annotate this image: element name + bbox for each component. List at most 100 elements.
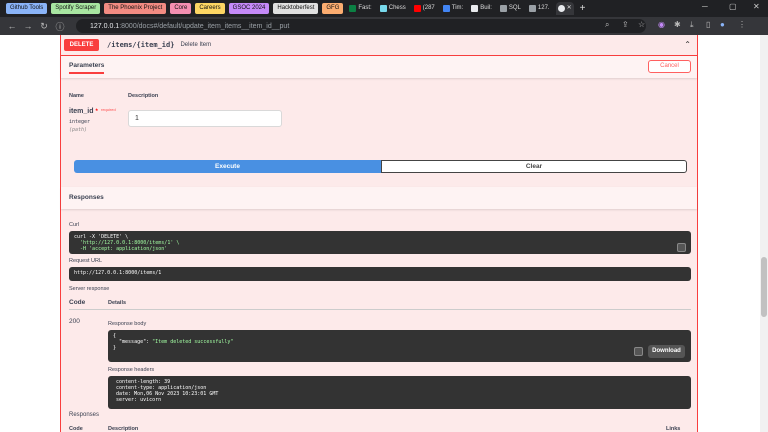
avatar[interactable]: ●	[720, 20, 725, 29]
tab-close-icon[interactable]: ✕	[567, 2, 572, 15]
address-host: 127.0.0.1	[90, 22, 120, 30]
request-url-label: Request URL	[69, 258, 103, 264]
extension-icon[interactable]: ◉	[658, 20, 665, 29]
scrollbar[interactable]	[760, 35, 768, 432]
column-code: Code	[69, 299, 86, 306]
browser-tab[interactable]: (287	[412, 2, 437, 15]
bookmark-item[interactable]: The Phoenix Project	[104, 3, 167, 14]
curl-label: Curl	[69, 222, 80, 228]
header-line: server: uvicorn	[116, 397, 162, 403]
bookmark-item[interactable]: Core	[170, 3, 192, 14]
scrollbar-thumb[interactable]	[761, 257, 767, 317]
param-required-star: *	[95, 109, 98, 115]
param-location: (path)	[69, 127, 88, 133]
bottom-column-code: Code	[69, 426, 83, 432]
request-url: http://127.0.0.1:8000/items/1	[69, 267, 691, 281]
tab-label: Chess	[388, 5, 406, 11]
tab-parameters[interactable]: Parameters	[69, 62, 105, 74]
bottom-column-links: Links	[666, 426, 681, 432]
method-badge: DELETE	[64, 39, 99, 51]
page-content: DELETE /items/{item_id} Delete Item ⌃ Pa…	[0, 35, 768, 432]
puzzle-icon[interactable]: ✱	[674, 20, 681, 29]
body-value: "Item deleted successfully"	[152, 339, 234, 345]
tab-label: Buil:	[480, 5, 492, 11]
response-body: { "message": "Item deleted successfully"…	[108, 330, 691, 362]
tab-favicon-icon	[379, 5, 387, 12]
star-icon[interactable]: ☆	[638, 20, 645, 29]
tab-favicon-icon	[499, 5, 507, 12]
info-icon[interactable]: ⓘ	[52, 20, 68, 33]
tab-favicon-icon	[413, 5, 421, 12]
maximize-icon[interactable]: ▢	[729, 2, 737, 11]
share-icon[interactable]: ⇪	[622, 20, 629, 29]
curl-line-3: -H 'accept: application/json'	[74, 246, 168, 252]
curl-block: curl -X 'DELETE' \ 'http://127.0.0.1:800…	[69, 231, 691, 254]
bookmark-item[interactable]: Careers	[195, 3, 225, 14]
param-type: integer	[69, 119, 91, 125]
sidepanel-icon[interactable]: ▯	[706, 20, 710, 29]
tab-label: Fast:	[358, 5, 372, 11]
close-window-icon[interactable]: ✕	[753, 2, 760, 11]
column-description: Description	[128, 93, 159, 99]
address-path: :8000/docs#/default/update_item_items__i…	[119, 22, 290, 30]
forward-icon[interactable]: →	[20, 21, 36, 31]
tab-favicon-icon	[557, 5, 565, 12]
server-response-label: Server response	[69, 286, 110, 292]
tab-label: 127.	[537, 5, 550, 11]
operation-header[interactable]: DELETE /items/{item_id} Delete Item ⌃	[61, 35, 697, 56]
chevron-up-icon[interactable]: ⌃	[684, 40, 691, 49]
address-row: ← → ↻ ⓘ 127.0.0.1:8000/docs#/default/upd…	[0, 17, 768, 35]
tab-favicon-icon	[442, 5, 450, 12]
body-close: }	[113, 345, 117, 351]
tab-label: (287	[422, 5, 435, 11]
responses-header	[61, 187, 697, 209]
operation-summary: Delete Item	[180, 42, 212, 48]
back-icon[interactable]: ←	[4, 21, 20, 31]
browser-tab[interactable]: 127.	[527, 2, 552, 15]
menu-icon[interactable]: ⋮	[738, 20, 746, 29]
browser-tab[interactable]: Buil:	[469, 2, 494, 15]
responses-title: Responses	[69, 194, 104, 201]
tab-favicon-icon	[528, 5, 536, 12]
responses-list-title: Responses	[69, 412, 100, 418]
copy-body-icon[interactable]	[634, 347, 643, 356]
tab-label: SQL	[508, 5, 521, 11]
body-key: "message":	[113, 339, 153, 345]
bottom-column-description: Description	[108, 426, 139, 432]
response-headers: content-length: 39 content-type: applica…	[108, 376, 691, 409]
operation-block: DELETE /items/{item_id} Delete Item ⌃ Pa…	[60, 35, 698, 432]
download-icon[interactable]: ⤓	[690, 20, 694, 30]
search-icon[interactable]: ⌕	[605, 20, 609, 30]
browser-tab[interactable]: Chess	[378, 2, 408, 15]
browser-tab[interactable]: Fast:	[347, 2, 373, 15]
cancel-button[interactable]: Cancel	[648, 60, 691, 73]
bookmark-item[interactable]: GFG	[322, 3, 344, 14]
item-id-input[interactable]: 1	[128, 110, 282, 127]
active-tab[interactable]: ✕	[555, 2, 574, 15]
bookmark-item[interactable]: Github Tools	[6, 3, 48, 14]
tab-favicon-icon	[349, 5, 357, 12]
clear-button[interactable]: Clear	[381, 160, 687, 173]
reload-icon[interactable]: ↻	[36, 21, 52, 32]
response-headers-label: Response headers	[108, 367, 155, 373]
copy-icon[interactable]	[677, 243, 686, 252]
param-name-text: item_id	[69, 108, 94, 115]
bookmark-item[interactable]: GSOC 2024	[228, 3, 270, 14]
new-tab-icon[interactable]: +	[578, 2, 588, 15]
column-details: Details	[108, 300, 127, 306]
browser-tab[interactable]: SQL	[498, 2, 523, 15]
browser-tab[interactable]: Tim:	[441, 2, 465, 15]
divider	[69, 309, 691, 310]
bookmark-item[interactable]: Spotify Scraper	[51, 3, 101, 14]
tab-label: Tim:	[451, 5, 464, 11]
parameters-header	[61, 56, 697, 78]
param-required: required	[101, 107, 116, 112]
column-name: Name	[69, 93, 84, 99]
operation-path: /items/{item_id}	[107, 41, 175, 49]
response-code: 200	[69, 318, 80, 325]
bookmark-item[interactable]: Hacktoberfest	[273, 3, 319, 14]
address-bar[interactable]: 127.0.0.1:8000/docs#/default/update_item…	[76, 19, 646, 33]
minimize-icon[interactable]: ─	[702, 2, 708, 11]
download-button[interactable]: Download	[648, 345, 685, 358]
execute-button[interactable]: Execute	[74, 160, 381, 173]
